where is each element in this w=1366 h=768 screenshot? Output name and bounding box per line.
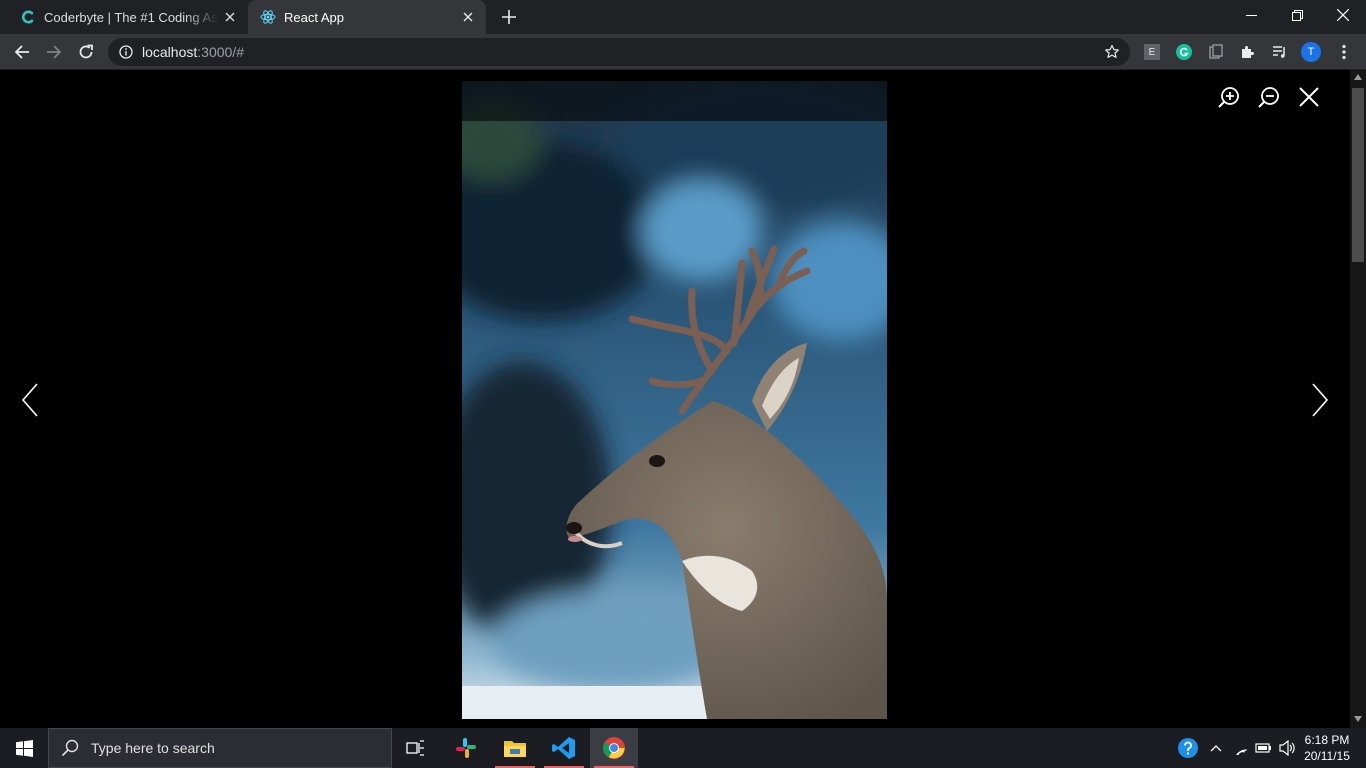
profile-avatar[interactable]: T <box>1301 42 1321 62</box>
taskbar-search-box[interactable]: Type here to search <box>48 728 392 768</box>
search-icon <box>61 739 79 757</box>
tab-react-app[interactable]: React App <box>248 0 486 34</box>
chrome-icon[interactable] <box>590 728 638 768</box>
chevron-left-icon[interactable] <box>15 380 45 420</box>
zoom-in-icon[interactable] <box>1215 83 1243 111</box>
deer-illustration <box>462 81 887 719</box>
scroll-up-icon[interactable] <box>1354 74 1362 80</box>
forward-button[interactable] <box>42 40 66 64</box>
taskbar-clock[interactable]: 6:18 PM 20/11/15 <box>1302 732 1352 764</box>
tab-title: React App <box>284 9 344 25</box>
reload-button[interactable] <box>74 40 98 64</box>
scroll-down-icon[interactable] <box>1354 716 1362 722</box>
help-icon[interactable] <box>1178 738 1198 758</box>
close-icon[interactable] <box>460 9 476 25</box>
close-window-button[interactable] <box>1320 0 1366 30</box>
close-icon[interactable] <box>1295 83 1323 111</box>
windows-start-button[interactable] <box>0 728 48 768</box>
minimize-button[interactable] <box>1228 0 1274 30</box>
coderbyte-icon <box>20 9 36 25</box>
media-control-icon[interactable] <box>1270 42 1290 62</box>
zoom-out-icon[interactable] <box>1255 83 1283 111</box>
address-bar[interactable]: localhost:3000/# <box>108 38 1130 66</box>
battery-icon[interactable] <box>1254 738 1274 758</box>
new-tab-button[interactable] <box>500 8 518 26</box>
page-scrollbar[interactable] <box>1350 70 1366 728</box>
restore-button[interactable] <box>1274 0 1320 30</box>
volume-icon[interactable] <box>1278 738 1298 758</box>
windows-taskbar: Type here to search 6:18 PM 20/11/15 <box>0 728 1366 768</box>
slack-icon[interactable] <box>442 728 490 768</box>
search-placeholder: Type here to search <box>91 740 215 756</box>
tab-title: Coderbyte | The #1 Coding Assessment Pla… <box>44 9 219 25</box>
url-text: localhost:3000/# <box>142 44 244 60</box>
deer-photo <box>462 81 887 719</box>
url-path: :3000/# <box>197 44 244 60</box>
chevron-up-icon[interactable] <box>1206 738 1226 758</box>
bookmark-star-icon[interactable] <box>1104 44 1120 65</box>
react-icon <box>260 9 276 25</box>
url-host: localhost <box>142 44 198 60</box>
lightbox-viewer <box>0 70 1350 728</box>
tab-strip: Coderbyte | The #1 Coding Assessment Pla… <box>0 0 1366 34</box>
clock-time: 6:18 PM <box>1304 733 1350 747</box>
puzzle-extensions-icon[interactable] <box>1238 42 1258 62</box>
extension-e-label: E <box>1144 44 1160 60</box>
close-icon[interactable] <box>222 9 238 25</box>
tab-coderbyte[interactable]: Coderbyte | The #1 Coding Assessment Pla… <box>8 0 248 34</box>
browser-toolbar: localhost:3000/# E T <box>0 34 1366 70</box>
info-icon[interactable] <box>119 45 133 64</box>
wifi-icon[interactable] <box>1231 738 1251 758</box>
profile-initial: T <box>1301 42 1321 62</box>
menu-kebab-icon[interactable] <box>1334 42 1354 62</box>
photo-top-overlay <box>462 81 887 121</box>
chevron-right-icon[interactable] <box>1305 380 1335 420</box>
extension-e-icon[interactable]: E <box>1142 42 1162 62</box>
file-explorer-icon[interactable] <box>491 728 539 768</box>
clipboard-extension-icon[interactable] <box>1206 42 1226 62</box>
scrollbar-thumb[interactable] <box>1352 88 1364 262</box>
clock-date: 20/11/15 <box>1304 749 1350 763</box>
grammarly-icon[interactable] <box>1174 42 1194 62</box>
task-view-icon[interactable] <box>392 728 440 768</box>
back-button[interactable] <box>10 40 34 64</box>
vscode-icon[interactable] <box>540 728 588 768</box>
